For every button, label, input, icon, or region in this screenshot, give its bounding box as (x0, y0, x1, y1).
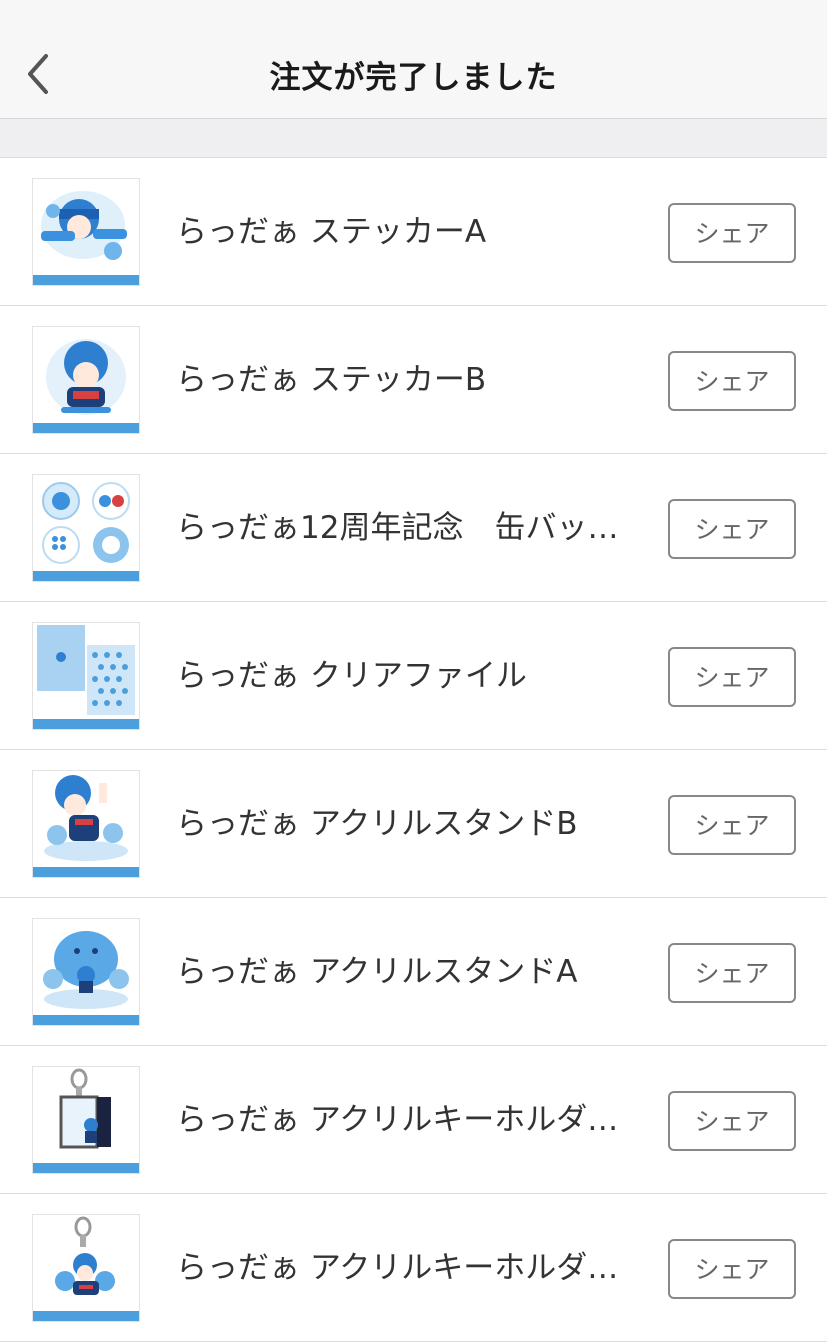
share-button[interactable]: シェア (668, 1091, 796, 1151)
product-thumbnail[interactable] (32, 1214, 140, 1322)
product-thumbnail[interactable] (32, 622, 140, 730)
share-button[interactable]: シェア (668, 351, 796, 411)
share-button[interactable]: シェア (668, 1239, 796, 1299)
product-name: らっだぁ アクリルスタンドA (176, 954, 578, 990)
product-thumbnail[interactable] (32, 326, 140, 434)
list-item: らっだぁ アクリルスタンドA シェア (0, 898, 827, 1046)
thumbnail-label-strip (33, 867, 139, 877)
nav-bar: 注文が完了しました (0, 0, 827, 119)
list-item: らっだぁ ステッカーA シェア (0, 158, 827, 306)
acrylic-stand-image (44, 775, 128, 861)
product-name: らっだぁ12周年記念 缶バッ… (176, 510, 619, 546)
list-item: らっだぁ アクリルキーホルダ… シェア (0, 1046, 827, 1194)
share-button[interactable]: シェア (668, 795, 796, 855)
product-thumbnail[interactable] (32, 474, 140, 582)
product-thumbnail[interactable] (32, 1066, 140, 1174)
product-name: らっだぁ ステッカーB (176, 362, 487, 398)
share-button[interactable]: シェア (668, 203, 796, 263)
product-name: らっだぁ ステッカーA (176, 214, 487, 250)
clear-file-image (37, 625, 135, 715)
list-item: らっだぁ アクリルスタンドB シェア (0, 750, 827, 898)
thumbnail-label-strip (33, 1163, 139, 1173)
acrylic-keyholder-image (59, 1068, 111, 1149)
product-name: らっだぁ クリアファイル (176, 658, 527, 694)
thumbnail-label-strip (33, 719, 139, 729)
thumbnail-label-strip (33, 571, 139, 581)
thumbnail-label-strip (33, 423, 139, 433)
sticker-image (46, 339, 126, 415)
page-title: 注文が完了しました (269, 60, 558, 96)
section-separator (0, 119, 827, 158)
share-button[interactable]: シェア (668, 943, 796, 1003)
sticker-image (41, 191, 127, 260)
list-item: らっだぁ クリアファイル シェア (0, 602, 827, 750)
product-thumbnail[interactable] (32, 918, 140, 1026)
badge-set-image (42, 482, 130, 564)
order-item-list: らっだぁ ステッカーA シェア らっだぁ ステッカーB シェア らっだぁ12周年… (0, 158, 827, 1342)
thumbnail-label-strip (33, 275, 139, 285)
list-item: らっだぁ12周年記念 缶バッ… シェア (0, 454, 827, 602)
product-thumbnail[interactable] (32, 178, 140, 286)
thumbnail-label-strip (33, 1311, 139, 1321)
list-item: らっだぁ ステッカーB シェア (0, 306, 827, 454)
product-name: らっだぁ アクリルキーホルダ… (176, 1250, 619, 1286)
acrylic-keyholder-image (55, 1216, 115, 1295)
product-name: らっだぁ アクリルキーホルダ… (176, 1102, 619, 1138)
acrylic-stand-image (43, 931, 129, 1009)
thumbnail-label-strip (33, 1015, 139, 1025)
share-button[interactable]: シェア (668, 499, 796, 559)
list-item: らっだぁ アクリルキーホルダ… シェア (0, 1194, 827, 1342)
share-button[interactable]: シェア (668, 647, 796, 707)
product-thumbnail[interactable] (32, 770, 140, 878)
product-name: らっだぁ アクリルスタンドB (176, 806, 578, 842)
